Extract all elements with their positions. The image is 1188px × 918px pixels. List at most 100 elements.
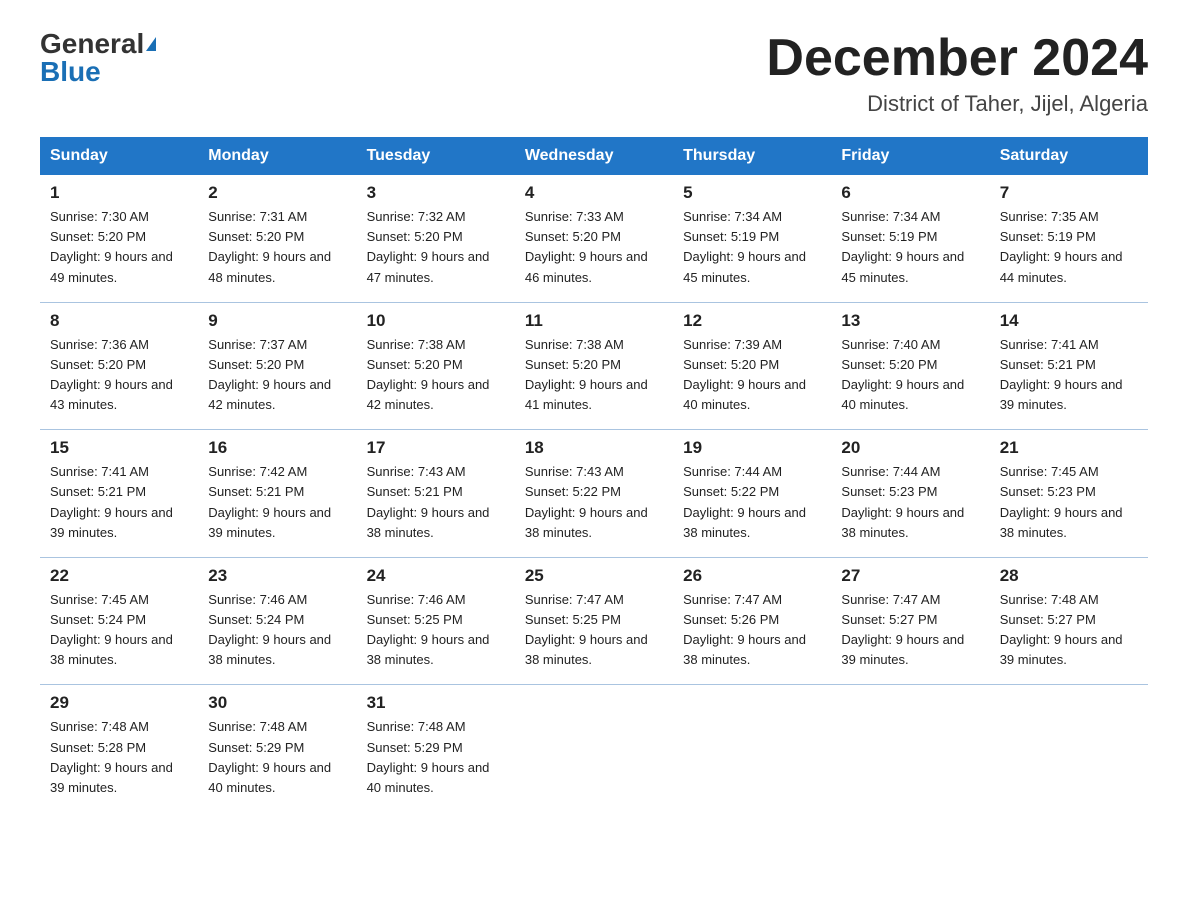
calendar-cell: 3 Sunrise: 7:32 AMSunset: 5:20 PMDayligh… — [357, 175, 515, 302]
day-info: Sunrise: 7:47 AMSunset: 5:25 PMDaylight:… — [525, 590, 663, 671]
logo-general-text: General — [40, 30, 144, 58]
day-number: 22 — [50, 566, 188, 586]
day-number: 8 — [50, 311, 188, 331]
day-number: 4 — [525, 183, 663, 203]
week-row-5: 29 Sunrise: 7:48 AMSunset: 5:28 PMDaylig… — [40, 685, 1148, 812]
day-info: Sunrise: 7:34 AMSunset: 5:19 PMDaylight:… — [683, 207, 821, 288]
day-number: 28 — [1000, 566, 1138, 586]
month-title: December 2024 — [766, 30, 1148, 87]
day-number: 17 — [367, 438, 505, 458]
day-info: Sunrise: 7:48 AMSunset: 5:27 PMDaylight:… — [1000, 590, 1138, 671]
title-area: December 2024 District of Taher, Jijel, … — [766, 30, 1148, 117]
day-number: 21 — [1000, 438, 1138, 458]
header-day-sunday: Sunday — [40, 137, 198, 175]
day-number: 25 — [525, 566, 663, 586]
day-info: Sunrise: 7:44 AMSunset: 5:23 PMDaylight:… — [841, 462, 979, 543]
day-info: Sunrise: 7:31 AMSunset: 5:20 PMDaylight:… — [208, 207, 346, 288]
day-number: 10 — [367, 311, 505, 331]
day-number: 16 — [208, 438, 346, 458]
day-number: 15 — [50, 438, 188, 458]
week-row-4: 22 Sunrise: 7:45 AMSunset: 5:24 PMDaylig… — [40, 557, 1148, 685]
day-info: Sunrise: 7:45 AMSunset: 5:23 PMDaylight:… — [1000, 462, 1138, 543]
calendar-body: 1 Sunrise: 7:30 AMSunset: 5:20 PMDayligh… — [40, 175, 1148, 812]
day-info: Sunrise: 7:30 AMSunset: 5:20 PMDaylight:… — [50, 207, 188, 288]
day-info: Sunrise: 7:48 AMSunset: 5:29 PMDaylight:… — [208, 717, 346, 798]
day-number: 26 — [683, 566, 821, 586]
day-info: Sunrise: 7:38 AMSunset: 5:20 PMDaylight:… — [367, 335, 505, 416]
logo-blue-text: Blue — [40, 58, 101, 86]
calendar-cell: 16 Sunrise: 7:42 AMSunset: 5:21 PMDaylig… — [198, 430, 356, 558]
day-number: 30 — [208, 693, 346, 713]
day-info: Sunrise: 7:40 AMSunset: 5:20 PMDaylight:… — [841, 335, 979, 416]
day-info: Sunrise: 7:47 AMSunset: 5:27 PMDaylight:… — [841, 590, 979, 671]
calendar-cell: 30 Sunrise: 7:48 AMSunset: 5:29 PMDaylig… — [198, 685, 356, 812]
day-info: Sunrise: 7:43 AMSunset: 5:22 PMDaylight:… — [525, 462, 663, 543]
day-info: Sunrise: 7:46 AMSunset: 5:24 PMDaylight:… — [208, 590, 346, 671]
calendar-cell: 27 Sunrise: 7:47 AMSunset: 5:27 PMDaylig… — [831, 557, 989, 685]
calendar-cell — [515, 685, 673, 812]
day-number: 29 — [50, 693, 188, 713]
day-number: 12 — [683, 311, 821, 331]
day-info: Sunrise: 7:48 AMSunset: 5:29 PMDaylight:… — [367, 717, 505, 798]
day-info: Sunrise: 7:36 AMSunset: 5:20 PMDaylight:… — [50, 335, 188, 416]
day-info: Sunrise: 7:35 AMSunset: 5:19 PMDaylight:… — [1000, 207, 1138, 288]
day-number: 31 — [367, 693, 505, 713]
header-day-wednesday: Wednesday — [515, 137, 673, 175]
header-day-thursday: Thursday — [673, 137, 831, 175]
calendar-cell: 1 Sunrise: 7:30 AMSunset: 5:20 PMDayligh… — [40, 175, 198, 302]
day-info: Sunrise: 7:44 AMSunset: 5:22 PMDaylight:… — [683, 462, 821, 543]
calendar-cell: 12 Sunrise: 7:39 AMSunset: 5:20 PMDaylig… — [673, 302, 831, 430]
day-info: Sunrise: 7:37 AMSunset: 5:20 PMDaylight:… — [208, 335, 346, 416]
location-title: District of Taher, Jijel, Algeria — [766, 91, 1148, 117]
calendar-header: SundayMondayTuesdayWednesdayThursdayFrid… — [40, 137, 1148, 175]
logo: General Blue — [40, 30, 156, 86]
calendar-cell: 26 Sunrise: 7:47 AMSunset: 5:26 PMDaylig… — [673, 557, 831, 685]
header-day-monday: Monday — [198, 137, 356, 175]
calendar-cell: 8 Sunrise: 7:36 AMSunset: 5:20 PMDayligh… — [40, 302, 198, 430]
day-number: 27 — [841, 566, 979, 586]
calendar-cell: 2 Sunrise: 7:31 AMSunset: 5:20 PMDayligh… — [198, 175, 356, 302]
day-number: 18 — [525, 438, 663, 458]
calendar-cell — [990, 685, 1148, 812]
calendar-cell: 5 Sunrise: 7:34 AMSunset: 5:19 PMDayligh… — [673, 175, 831, 302]
day-number: 7 — [1000, 183, 1138, 203]
day-info: Sunrise: 7:48 AMSunset: 5:28 PMDaylight:… — [50, 717, 188, 798]
day-number: 11 — [525, 311, 663, 331]
calendar-cell: 21 Sunrise: 7:45 AMSunset: 5:23 PMDaylig… — [990, 430, 1148, 558]
day-info: Sunrise: 7:33 AMSunset: 5:20 PMDaylight:… — [525, 207, 663, 288]
logo-triangle-icon — [146, 37, 156, 51]
calendar-cell: 11 Sunrise: 7:38 AMSunset: 5:20 PMDaylig… — [515, 302, 673, 430]
day-info: Sunrise: 7:45 AMSunset: 5:24 PMDaylight:… — [50, 590, 188, 671]
calendar-cell: 4 Sunrise: 7:33 AMSunset: 5:20 PMDayligh… — [515, 175, 673, 302]
day-info: Sunrise: 7:47 AMSunset: 5:26 PMDaylight:… — [683, 590, 821, 671]
calendar-cell: 17 Sunrise: 7:43 AMSunset: 5:21 PMDaylig… — [357, 430, 515, 558]
calendar-cell: 15 Sunrise: 7:41 AMSunset: 5:21 PMDaylig… — [40, 430, 198, 558]
header-row: SundayMondayTuesdayWednesdayThursdayFrid… — [40, 137, 1148, 175]
day-number: 1 — [50, 183, 188, 203]
day-number: 3 — [367, 183, 505, 203]
day-info: Sunrise: 7:34 AMSunset: 5:19 PMDaylight:… — [841, 207, 979, 288]
calendar-cell: 19 Sunrise: 7:44 AMSunset: 5:22 PMDaylig… — [673, 430, 831, 558]
week-row-3: 15 Sunrise: 7:41 AMSunset: 5:21 PMDaylig… — [40, 430, 1148, 558]
day-info: Sunrise: 7:39 AMSunset: 5:20 PMDaylight:… — [683, 335, 821, 416]
calendar-cell: 24 Sunrise: 7:46 AMSunset: 5:25 PMDaylig… — [357, 557, 515, 685]
day-number: 2 — [208, 183, 346, 203]
day-info: Sunrise: 7:46 AMSunset: 5:25 PMDaylight:… — [367, 590, 505, 671]
week-row-2: 8 Sunrise: 7:36 AMSunset: 5:20 PMDayligh… — [40, 302, 1148, 430]
day-number: 9 — [208, 311, 346, 331]
calendar-cell: 23 Sunrise: 7:46 AMSunset: 5:24 PMDaylig… — [198, 557, 356, 685]
calendar-cell: 20 Sunrise: 7:44 AMSunset: 5:23 PMDaylig… — [831, 430, 989, 558]
day-number: 6 — [841, 183, 979, 203]
header-day-tuesday: Tuesday — [357, 137, 515, 175]
calendar-cell: 7 Sunrise: 7:35 AMSunset: 5:19 PMDayligh… — [990, 175, 1148, 302]
header: General Blue December 2024 District of T… — [40, 30, 1148, 117]
day-info: Sunrise: 7:43 AMSunset: 5:21 PMDaylight:… — [367, 462, 505, 543]
day-info: Sunrise: 7:38 AMSunset: 5:20 PMDaylight:… — [525, 335, 663, 416]
day-number: 23 — [208, 566, 346, 586]
calendar-cell: 29 Sunrise: 7:48 AMSunset: 5:28 PMDaylig… — [40, 685, 198, 812]
calendar-cell: 25 Sunrise: 7:47 AMSunset: 5:25 PMDaylig… — [515, 557, 673, 685]
day-info: Sunrise: 7:41 AMSunset: 5:21 PMDaylight:… — [50, 462, 188, 543]
week-row-1: 1 Sunrise: 7:30 AMSunset: 5:20 PMDayligh… — [40, 175, 1148, 302]
day-number: 14 — [1000, 311, 1138, 331]
day-number: 19 — [683, 438, 821, 458]
